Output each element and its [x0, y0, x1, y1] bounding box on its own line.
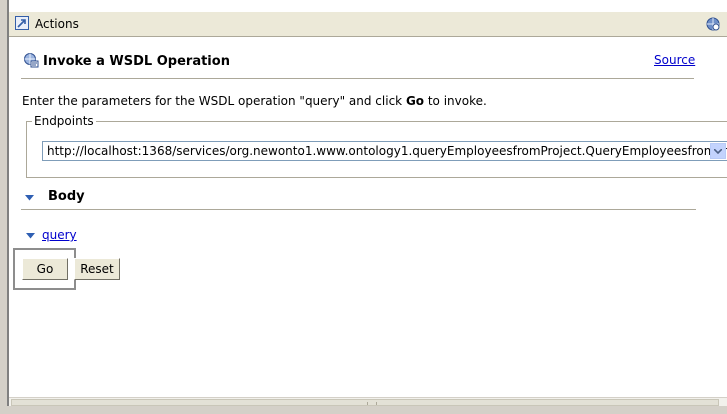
view-title: Actions: [35, 17, 79, 31]
query-link[interactable]: query: [42, 228, 77, 242]
source-link[interactable]: Source: [654, 53, 695, 67]
bottom-frame: [0, 406, 727, 414]
endpoint-select[interactable]: http://localhost:1368/services/org.newon…: [42, 141, 727, 161]
view-titlebar: Actions: [9, 11, 727, 37]
instructions-go: Go: [405, 94, 425, 108]
instructions-pre: Enter the parameters for the WSDL operat…: [22, 94, 406, 108]
web-services-explorer-icon[interactable]: [705, 16, 721, 32]
actions-view: Actions Invoke a WSDL Operation Source E…: [0, 0, 727, 414]
go-button[interactable]: Go: [22, 258, 68, 280]
body-collapse-icon[interactable]: [25, 195, 34, 201]
left-frame: [0, 0, 9, 414]
actions-view-icon: [15, 16, 29, 30]
instructions-text: Enter the parameters for the WSDL operat…: [22, 94, 487, 108]
page-title: Invoke a WSDL Operation: [43, 54, 230, 69]
title-divider-highlight: [21, 79, 694, 80]
instructions-post: to invoke.: [424, 94, 487, 108]
dropdown-arrow-icon[interactable]: [710, 143, 726, 159]
body-section-title[interactable]: Body: [48, 189, 85, 204]
query-collapse-icon[interactable]: [26, 233, 35, 239]
endpoints-legend: Endpoints: [32, 114, 96, 128]
scrollbar-grip: [367, 402, 377, 405]
wsdl-operation-icon: [23, 52, 39, 68]
endpoint-select-value: http://localhost:1368/services/org.newon…: [47, 144, 727, 158]
scrollbar-thumb[interactable]: [11, 399, 719, 406]
reset-button[interactable]: Reset: [74, 258, 120, 280]
body-divider-highlight: [21, 210, 696, 211]
